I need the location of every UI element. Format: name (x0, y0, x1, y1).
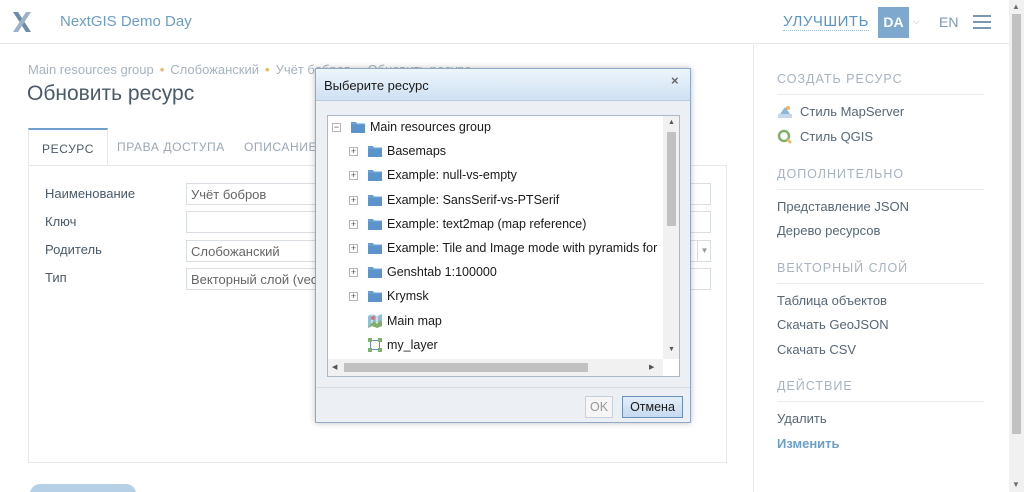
breadcrumb-item[interactable]: Main resources group (28, 62, 154, 77)
app-title[interactable]: NextGIS Demo Day (60, 13, 192, 30)
tree-item-label: Example: null-vs-empty (387, 168, 517, 183)
create-resource-heading: СОЗДАТЬ РЕСУРС (777, 72, 984, 95)
type-label: Тип (45, 270, 67, 285)
folder-icon (368, 243, 382, 254)
sidebar-item-resource-tree[interactable]: Дерево ресурсов (777, 223, 880, 238)
tree-item-label: Example: text2map (map reference) (387, 216, 587, 231)
sidebar-item-qgis-style[interactable]: Стиль QGIS (800, 129, 873, 144)
top-header: NextGIS Demo Day УЛУЧШИТЬ DA ⌵ EN (0, 0, 1009, 44)
scrollbar-thumb[interactable] (667, 132, 676, 226)
sidebar-item-download-csv[interactable]: Скачать CSV (777, 342, 856, 357)
vector-layer-heading: ВЕКТОРНЫЙ СЛОЙ (777, 261, 984, 284)
key-label: Ключ (45, 214, 77, 229)
dialog-footer-divider (316, 387, 690, 388)
expand-icon[interactable]: + (349, 244, 358, 253)
qgis-style-icon (777, 129, 792, 144)
scroll-down-icon[interactable]: ▼ (668, 346, 675, 353)
tree-horizontal-scrollbar[interactable]: ◀ ▶ (328, 359, 663, 376)
scroll-up-icon[interactable]: ▲ (668, 119, 675, 126)
scrollbar-thumb[interactable] (344, 363, 588, 372)
sidebar-item-feature-table[interactable]: Таблица объектов (777, 293, 887, 308)
tree-row[interactable]: Main map (328, 312, 663, 332)
sidebar-item-mapserver-style[interactable]: Стиль MapServer (800, 104, 904, 119)
resource-tree: − Main resources group + Basemaps + Example: … (327, 115, 680, 377)
breadcrumb-separator: • (159, 62, 165, 77)
tab-permissions[interactable]: ПРАВА ДОСТУПА (117, 128, 225, 166)
close-icon[interactable]: × (671, 73, 679, 88)
tree-item-label: Example: SansSerif-vs-PTSerif (387, 192, 560, 207)
expand-icon[interactable]: + (349, 147, 358, 157)
scroll-left-icon[interactable]: ◀ (332, 363, 337, 371)
tree-row[interactable]: + Example: text2map (map reference) (328, 215, 663, 235)
language-switch[interactable]: EN (939, 14, 958, 30)
tree-vertical-scrollbar[interactable]: ▲ ▼ (663, 116, 679, 359)
folder-icon (368, 170, 382, 182)
cancel-button[interactable]: Отмена (622, 396, 683, 418)
vector-layer-icon (368, 337, 382, 352)
additional-heading: ДОПОЛНИТЕЛЬНО (777, 167, 984, 190)
tree-item-label: my_layer (387, 337, 438, 352)
breadcrumb-separator: • (265, 62, 270, 77)
scroll-down-icon[interactable]: ▼ (1012, 480, 1020, 489)
ok-button[interactable]: OK (585, 396, 613, 418)
upgrade-link[interactable]: УЛУЧШИТЬ (783, 13, 869, 31)
mapserver-style-icon (778, 106, 792, 118)
expand-icon[interactable]: + (349, 292, 358, 302)
dialog-title: Выберите ресурс (324, 78, 429, 93)
tree-row[interactable]: + Example: SansSerif-vs-PTSerif (328, 191, 663, 211)
tree-item-label: Example: Tile and Image mode with pyrami… (387, 241, 658, 255)
tree-row[interactable]: + Genshtab 1:100000 (328, 263, 663, 283)
select-resource-dialog: Выберите ресурс × − Main resources group +… (315, 68, 691, 423)
folder-icon (368, 291, 382, 303)
tree-item-label: Main resources group (370, 120, 491, 134)
save-button[interactable] (30, 484, 136, 492)
sidebar-item-edit[interactable]: Изменить (777, 436, 840, 451)
tree-item-label: Main map (387, 313, 442, 328)
tree-row[interactable]: + Example: Tile and Image mode with pyram… (328, 239, 663, 259)
expand-icon[interactable]: + (349, 171, 358, 181)
tree-row[interactable]: + Krymsk (328, 287, 663, 307)
parent-label: Родитель (45, 242, 102, 257)
chevron-down-icon[interactable]: ⌵ (913, 16, 920, 27)
folder-icon (368, 218, 382, 230)
tree-row[interactable]: + Example: null-vs-empty (328, 166, 663, 186)
sidebar-item-delete[interactable]: Удалить (777, 411, 827, 426)
folder-icon (351, 122, 365, 133)
tree-row[interactable]: + Basemaps (328, 142, 663, 162)
tree-row[interactable]: my_layer (328, 336, 663, 356)
nextgis-logo-icon[interactable] (10, 10, 34, 34)
chevron-down-icon[interactable]: ▼ (697, 240, 711, 262)
folder-icon (368, 267, 382, 279)
tree-item-label: Genshtab 1:100000 (387, 265, 497, 280)
user-avatar[interactable]: DA (878, 7, 909, 38)
folder-icon (368, 146, 382, 158)
tree-item-label: Krymsk (387, 289, 429, 304)
page-title: Обновить ресурс (27, 82, 195, 105)
folder-icon (368, 194, 382, 206)
expand-icon[interactable]: + (349, 195, 358, 205)
sidebar-item-download-geojson[interactable]: Скачать GeoJSON (777, 317, 889, 332)
breadcrumb-item[interactable]: Слобожанский (170, 62, 259, 77)
tab-description[interactable]: ОПИСАНИЕ (244, 128, 317, 166)
collapse-icon[interactable]: − (332, 123, 341, 132)
scroll-up-icon[interactable]: ▲ (1012, 2, 1020, 11)
expand-icon[interactable]: + (349, 268, 358, 278)
expand-icon[interactable]: + (349, 219, 358, 229)
web-map-icon (368, 313, 382, 328)
dialog-header[interactable]: Выберите ресурс × (316, 69, 690, 101)
page-scrollbar[interactable]: ▲ ▼ (1009, 0, 1024, 492)
menu-icon[interactable] (973, 15, 991, 29)
tree-row[interactable]: − Main resources group (328, 118, 663, 138)
tab-resource[interactable]: РЕСУРС (28, 128, 109, 166)
scrollbar-thumb[interactable] (1012, 14, 1021, 434)
scroll-right-icon[interactable]: ▶ (649, 363, 654, 371)
name-label: Наименование (45, 186, 136, 201)
action-heading: ДЕЙСТВИЕ (777, 379, 984, 402)
tree-item-label: Basemaps (387, 144, 447, 159)
sidebar-item-json-view[interactable]: Представление JSON (777, 199, 909, 214)
